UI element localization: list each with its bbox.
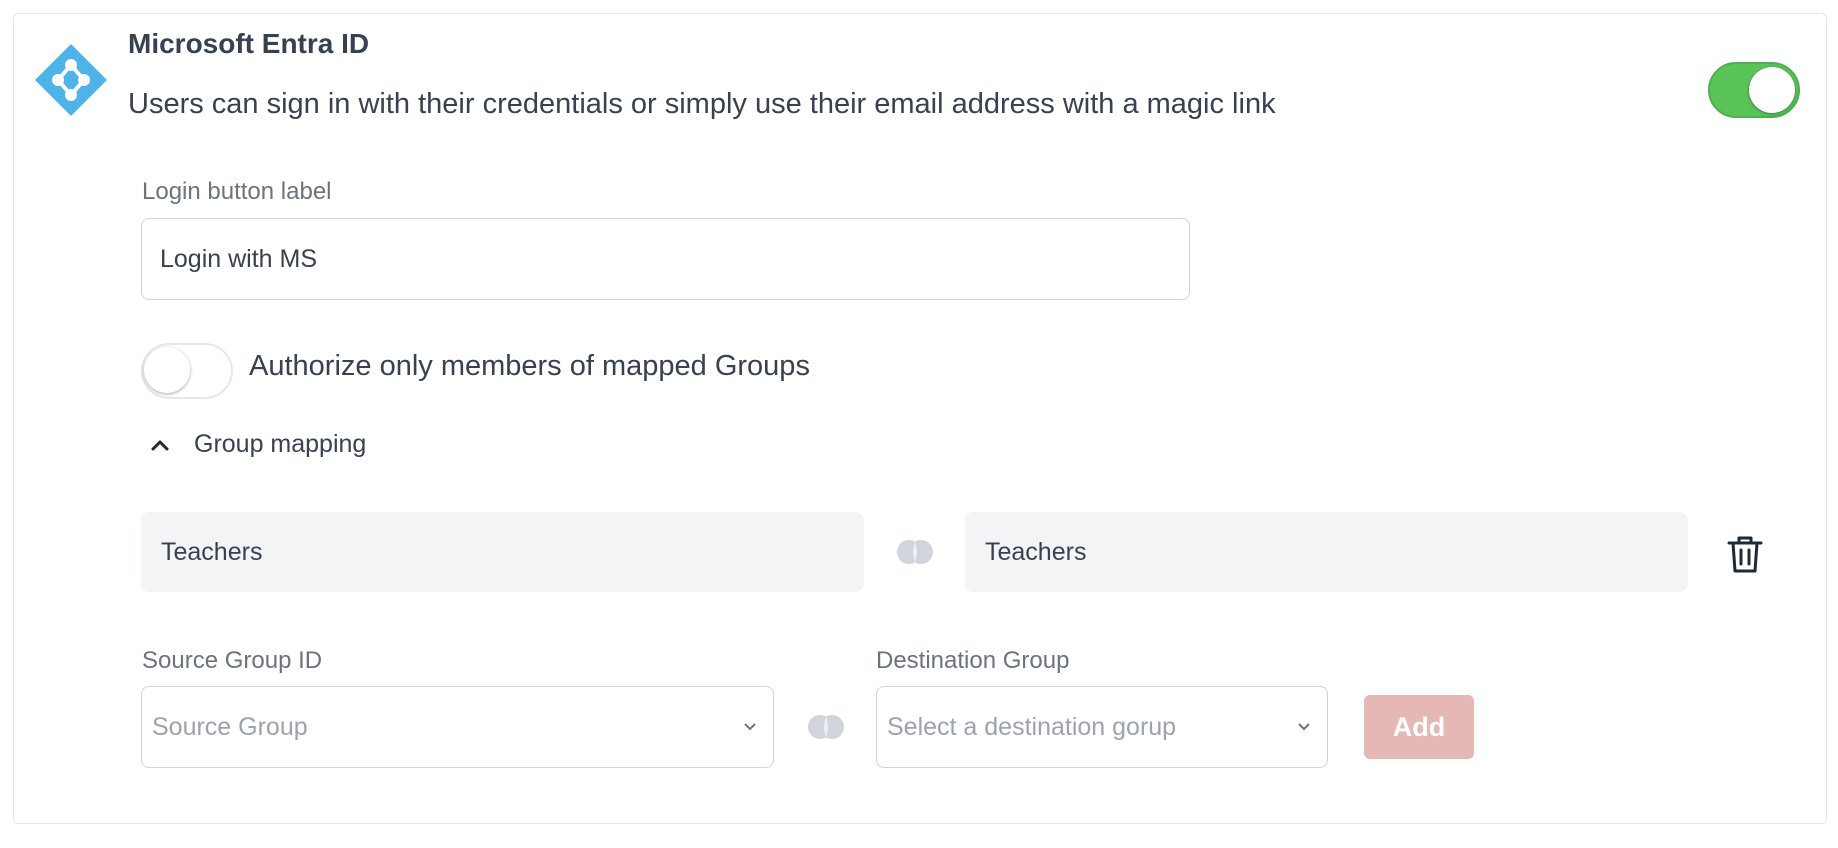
authorize-members-toggle[interactable]	[141, 343, 233, 399]
group-mapping-collapse-toggle[interactable]: Group mapping	[146, 430, 366, 459]
chevron-up-icon	[151, 440, 169, 450]
toggle-knob	[144, 347, 190, 393]
destination-group-placeholder: Select a destination gorup	[887, 712, 1177, 741]
group-mapping-label: Group mapping	[194, 430, 367, 458]
toggle-knob	[1749, 67, 1795, 113]
source-group-select[interactable]: Source Group	[141, 686, 774, 768]
destination-group-label: Destination Group	[876, 647, 1070, 674]
source-group-id-label: Source Group ID	[142, 647, 323, 674]
trash-icon[interactable]	[1726, 534, 1764, 574]
chevron-down-icon	[1298, 723, 1310, 731]
mapping-source-field: Teachers	[141, 512, 864, 592]
link-icon	[808, 715, 844, 739]
mapping-destination-field: Teachers	[965, 512, 1688, 592]
add-mapping-button[interactable]: Add	[1364, 695, 1474, 759]
chevron-down-icon	[744, 723, 756, 731]
link-icon	[897, 540, 933, 564]
destination-group-select[interactable]: Select a destination gorup	[876, 686, 1328, 768]
provider-description: Users can sign in with their credentials…	[128, 88, 1276, 120]
source-group-placeholder: Source Group	[152, 712, 308, 741]
entra-id-logo-icon	[35, 44, 107, 116]
login-button-label-heading: Login button label	[142, 178, 332, 205]
provider-enabled-toggle[interactable]	[1708, 62, 1800, 118]
authorize-members-label: Authorize only members of mapped Groups	[249, 350, 810, 382]
login-button-label-input[interactable]	[141, 218, 1190, 300]
provider-title: Microsoft Entra ID	[128, 28, 370, 59]
